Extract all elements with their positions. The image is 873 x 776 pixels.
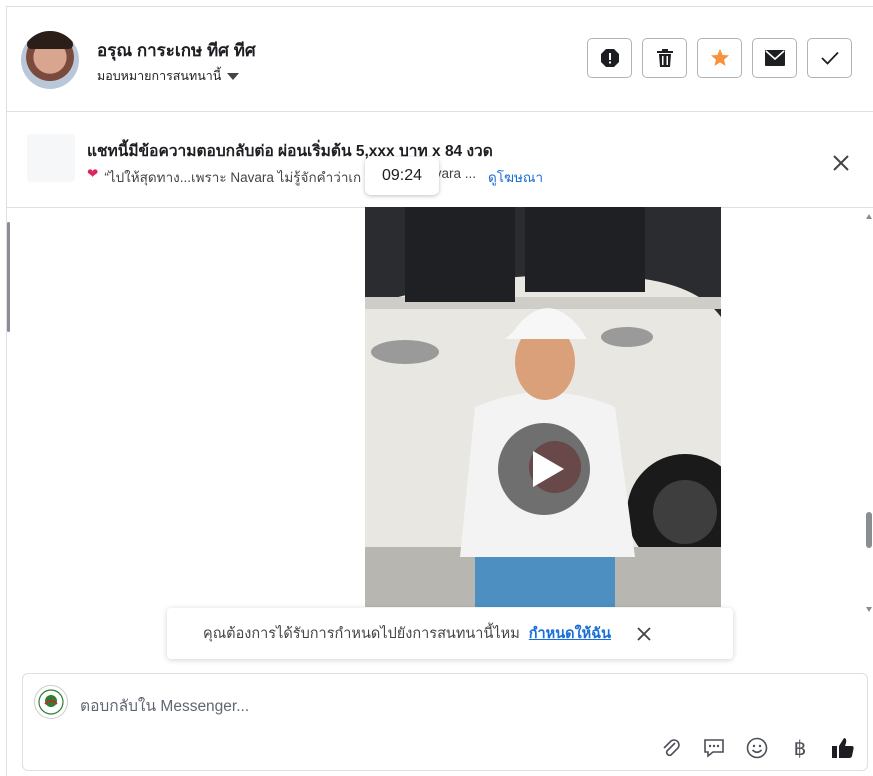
mark-unread-button[interactable] bbox=[752, 38, 797, 78]
view-ad-link[interactable]: ดูโฆษณา bbox=[488, 166, 543, 188]
trash-icon bbox=[656, 49, 673, 67]
reply-input[interactable]: ตอบกลับใน Messenger... bbox=[80, 693, 249, 718]
emoji-icon bbox=[746, 737, 768, 759]
play-icon[interactable] bbox=[498, 423, 590, 515]
heart-icon: ❤ bbox=[87, 166, 99, 181]
message-timestamp: 09:24 bbox=[365, 157, 439, 195]
payment-button[interactable]: ฿ bbox=[788, 736, 812, 760]
conversation-header: อรุณ การะเกษ ทีศ ทีศ มอบหมายการสนทนานี้ bbox=[7, 7, 873, 112]
scroll-up-arrow[interactable] bbox=[866, 214, 872, 219]
page-avatar bbox=[34, 685, 68, 719]
saved-reply-button[interactable] bbox=[702, 736, 726, 760]
like-button[interactable] bbox=[831, 736, 855, 760]
saved-reply-icon bbox=[704, 739, 724, 758]
contact-name[interactable]: อรุณ การะเกษ ทีศ ทีศ bbox=[97, 37, 256, 64]
scroll-thumb[interactable] bbox=[866, 512, 872, 548]
delete-button[interactable] bbox=[642, 38, 687, 78]
assign-prompt-toast: คุณต้องการได้รับการกำหนดไปยังการสนทนานี้… bbox=[167, 608, 733, 659]
reply-composer: ตอบกลับใน Messenger... ฿ bbox=[22, 673, 868, 771]
ad-snippet-left: “ไปให้สุดทาง...เพราะ Navara ไม่รู้จักคำว… bbox=[104, 170, 362, 185]
header-actions bbox=[587, 38, 852, 78]
assign-prompt-text: คุณต้องการได้รับการกำหนดไปยังการสนทนานี้… bbox=[203, 626, 520, 642]
scroll-down-arrow[interactable] bbox=[866, 607, 872, 612]
close-toast-button[interactable] bbox=[635, 625, 653, 643]
like-icon bbox=[832, 738, 854, 758]
report-button[interactable] bbox=[587, 38, 632, 78]
check-icon bbox=[820, 51, 839, 65]
assign-conversation-dropdown[interactable]: มอบหมายการสนทนานี้ bbox=[97, 66, 240, 86]
star-icon bbox=[710, 49, 729, 66]
video-thumbnail bbox=[365, 207, 721, 607]
star-button[interactable] bbox=[697, 38, 742, 78]
assign-to-me-link[interactable]: กำหนดให้ฉัน bbox=[529, 622, 611, 645]
page-logo-icon bbox=[38, 689, 64, 715]
emoji-button[interactable] bbox=[745, 736, 769, 760]
close-banner-button[interactable] bbox=[830, 152, 852, 174]
video-message[interactable] bbox=[365, 207, 721, 607]
composer-tools: ฿ bbox=[659, 736, 855, 760]
ad-snippet: ❤ “ไปให้สุดทาง...เพราะ Navara ไม่รู้จักค… bbox=[87, 166, 543, 188]
ad-thumbnail bbox=[27, 134, 75, 182]
baht-icon: ฿ bbox=[793, 737, 807, 760]
caret-down-icon bbox=[227, 72, 240, 80]
right-scrollbar[interactable] bbox=[866, 214, 872, 612]
ad-reply-banner: แชทนี้มีข้อความตอบกลับต่อ ผ่อนเริ่มต้น 5… bbox=[7, 112, 873, 208]
report-icon bbox=[600, 49, 619, 67]
assign-label: มอบหมายการสนทนานี้ bbox=[97, 69, 222, 83]
close-icon bbox=[637, 626, 651, 641]
close-icon bbox=[833, 155, 849, 171]
attach-button[interactable] bbox=[659, 736, 683, 760]
conversation-panel: อรุณ การะเกษ ทีศ ทีศ มอบหมายการสนทนานี้ bbox=[6, 6, 873, 776]
attach-icon bbox=[663, 739, 680, 757]
mail-icon bbox=[764, 50, 785, 66]
left-scrollbar[interactable] bbox=[7, 222, 10, 332]
contact-avatar[interactable] bbox=[21, 31, 79, 89]
mark-done-button[interactable] bbox=[807, 38, 852, 78]
